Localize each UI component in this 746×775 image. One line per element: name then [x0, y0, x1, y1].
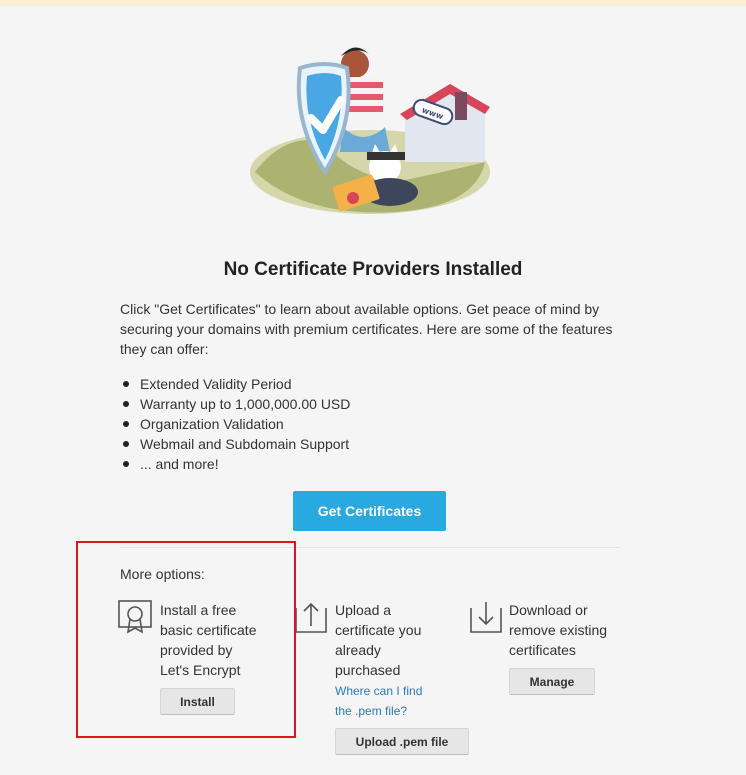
download-icon [470, 602, 502, 633]
list-item: Extended Validity Period [120, 374, 620, 394]
upload-icon [295, 602, 327, 633]
manage-option-text: Download or remove existing certificates [509, 602, 608, 658]
highlight-box [76, 541, 296, 738]
feature-list: Extended Validity Period Warranty up to … [120, 374, 620, 474]
list-item: Webmail and Subdomain Support [120, 434, 620, 454]
upload-option-text: Upload a certificate you already purchas… [335, 602, 422, 678]
upload-pem-button[interactable]: Upload .pem file [335, 728, 469, 755]
get-certificates-button[interactable]: Get Certificates [293, 491, 446, 531]
page-title: No Certificate Providers Installed [223, 259, 523, 280]
top-notice-strip [0, 0, 746, 6]
list-item: Organization Validation [120, 414, 620, 434]
pem-help-link[interactable]: Where can I find the .pem file? [335, 681, 422, 721]
shield-checkmark-illustration: www [250, 47, 490, 214]
manage-button[interactable]: Manage [509, 668, 595, 695]
list-item: ... and more! [120, 454, 620, 474]
list-item: Warranty up to 1,000,000.00 USD [120, 394, 620, 414]
description-text: Click "Get Certificates" to learn about … [120, 301, 613, 357]
